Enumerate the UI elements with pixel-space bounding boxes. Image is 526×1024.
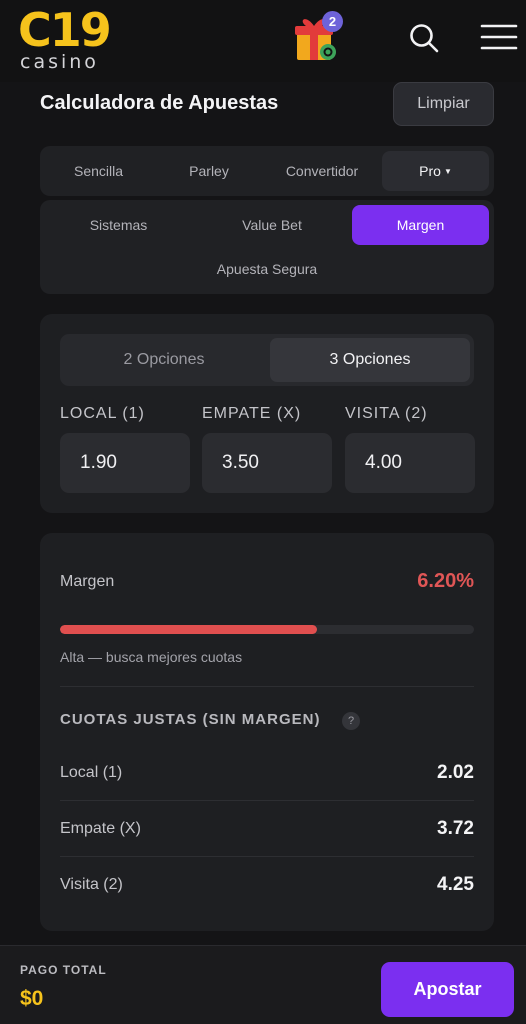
clear-button[interactable]: Limpiar — [393, 82, 494, 126]
tab-parlay[interactable]: Parley — [154, 151, 264, 191]
casino-logo[interactable]: C19 casino — [18, 6, 118, 76]
draw-odds-input[interactable]: 3.50 — [202, 433, 332, 493]
three-options-button[interactable]: 3 Opciones — [270, 338, 470, 382]
margin-value: 6.20% — [417, 570, 474, 592]
tab-converter[interactable]: Convertidor — [266, 151, 378, 191]
logo-main-text: C19 — [18, 3, 112, 57]
away-odds-label: VISITA (2) — [345, 405, 428, 422]
divider — [60, 856, 474, 857]
margin-result-card: Margen 6.20% Alta — busca mejores cuotas… — [40, 533, 494, 931]
caret-down-icon: ▼ — [443, 167, 452, 176]
fair-odds-heading: CUOTAS JUSTAS (SIN MARGEN) — [60, 711, 321, 728]
margin-bar — [60, 625, 474, 634]
local-odds-input[interactable]: 1.90 — [60, 433, 190, 493]
tab-safe-bet[interactable]: Apuesta Segura — [192, 249, 342, 289]
pro-sub-tabs: Sistemas Value Bet Margen Apuesta Segura — [40, 200, 494, 294]
total-payout-label: PAGO TOTAL — [20, 963, 107, 977]
tab-margin[interactable]: Margen — [352, 205, 489, 245]
hamburger-menu-icon[interactable] — [480, 22, 518, 52]
divider — [60, 800, 474, 801]
away-odds-input[interactable]: 4.00 — [345, 433, 475, 493]
notification-badge: 2 — [322, 11, 343, 32]
place-bet-button[interactable]: Apostar — [381, 962, 514, 1017]
tab-pro-label: Pro — [419, 163, 441, 179]
fair-odds-name-draw: Empate (X) — [60, 820, 141, 837]
margin-bar-fill — [60, 625, 317, 634]
page-title: Calculadora de Apuestas — [40, 92, 279, 114]
margin-note: Alta — busca mejores cuotas — [60, 649, 243, 665]
fair-odds-value-local: 2.02 — [437, 762, 474, 783]
tab-systems[interactable]: Sistemas — [45, 205, 192, 245]
tab-value-bet[interactable]: Value Bet — [196, 205, 348, 245]
fair-odds-name-local: Local (1) — [60, 764, 123, 781]
draw-odds-label: EMPATE (X) — [202, 405, 302, 422]
search-icon[interactable] — [408, 22, 440, 54]
two-options-button[interactable]: 2 Opciones — [64, 338, 264, 382]
divider — [60, 686, 474, 687]
calculator-mode-tabs: Sencilla Parley Convertidor Pro ▼ — [40, 146, 494, 196]
tab-single[interactable]: Sencilla — [45, 151, 152, 191]
odds-input-card: 2 Opciones 3 Opciones LOCAL (1) EMPATE (… — [40, 314, 494, 513]
local-odds-label: LOCAL (1) — [60, 405, 145, 422]
margin-label: Margen — [60, 573, 115, 590]
top-bar: C19 casino 2 — [0, 0, 526, 82]
tab-pro[interactable]: Pro ▼ — [382, 151, 489, 191]
fair-odds-name-away: Visita (2) — [60, 876, 123, 893]
fair-odds-value-away: 4.25 — [437, 874, 474, 895]
options-toggle: 2 Opciones 3 Opciones — [60, 334, 474, 386]
total-payout-value: $0 — [20, 987, 44, 1010]
help-icon[interactable]: ? — [342, 712, 360, 730]
fair-odds-value-draw: 3.72 — [437, 818, 474, 839]
bet-footer: PAGO TOTAL $0 Apostar — [0, 945, 526, 1024]
